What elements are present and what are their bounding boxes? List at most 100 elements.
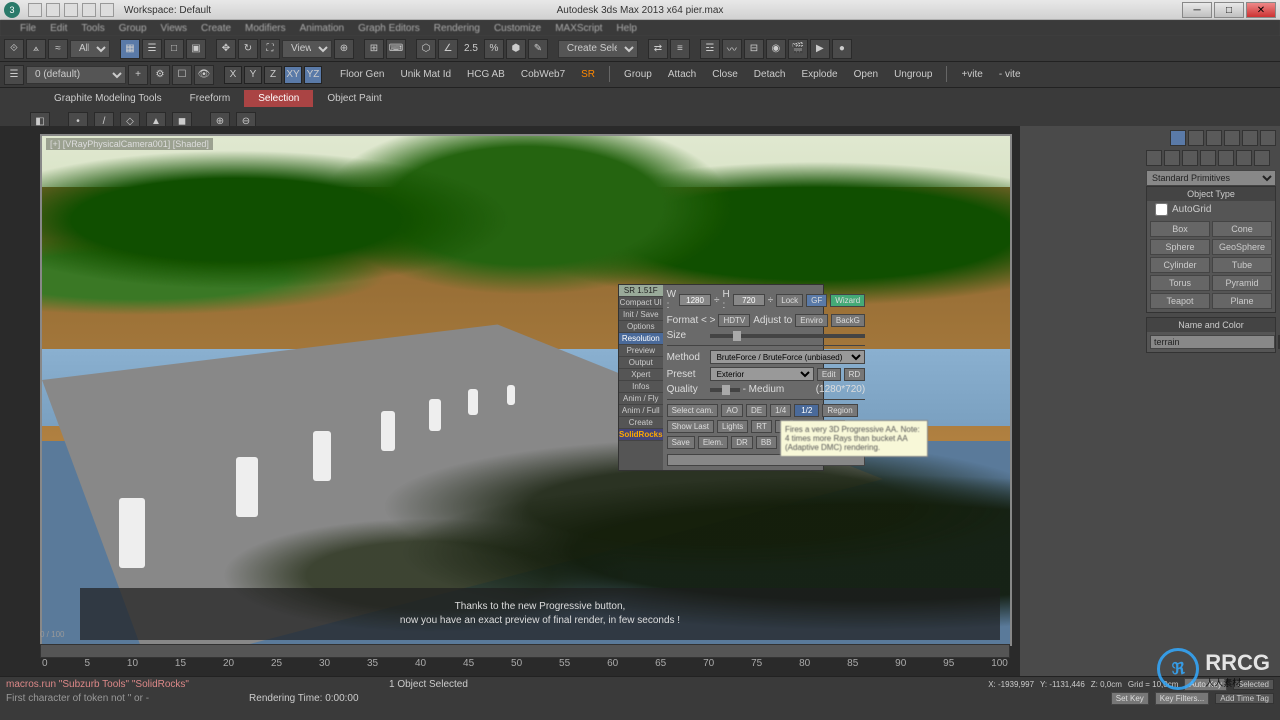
sr-rd-button[interactable]: RD [844, 368, 866, 381]
sr-side-options[interactable]: Options [619, 321, 663, 333]
textbtn-open[interactable]: Open [846, 66, 886, 84]
tab-object-paint[interactable]: Object Paint [313, 90, 395, 107]
tb-open-icon[interactable] [46, 3, 60, 17]
sr-side-output[interactable]: Output [619, 357, 663, 369]
render-setup-icon[interactable]: 🎬 [788, 39, 808, 59]
sr-1-2[interactable]: 1/2 [794, 404, 819, 417]
select-icon[interactable]: ▦ [120, 39, 140, 59]
sr-region[interactable]: Region [822, 404, 857, 417]
select-window-icon[interactable]: ▣ [186, 39, 206, 59]
sr-side-create[interactable]: Create [619, 417, 663, 429]
textbtn-floor-gen[interactable]: Floor Gen [332, 66, 392, 84]
sr-lock-button[interactable]: Lock [776, 294, 803, 307]
axis-z[interactable]: Z [264, 66, 282, 84]
sr-1-4[interactable]: 1/4 [770, 404, 791, 417]
percent-snap-icon[interactable]: % [484, 39, 504, 59]
sr-preset-select[interactable]: Exterior [710, 367, 814, 381]
minimize-button[interactable]: ─ [1182, 2, 1212, 18]
align-icon[interactable]: ≡ [670, 39, 690, 59]
link-icon[interactable]: ⟐ [4, 39, 24, 59]
material-ed-icon[interactable]: ◉ [766, 39, 786, 59]
sr-side-resolution[interactable]: Resolution [619, 333, 663, 345]
sr-width-input[interactable] [679, 294, 711, 306]
named-selection[interactable]: Create Selection Se [558, 40, 638, 58]
setkey-button[interactable]: Set Key [1111, 692, 1149, 705]
tb-redo-icon[interactable] [100, 3, 114, 17]
layer-sel-icon[interactable]: ☐ [172, 65, 192, 85]
sr-elem-[interactable]: Elem. [698, 436, 728, 449]
create-plane[interactable]: Plane [1212, 293, 1272, 309]
sr-de[interactable]: DE [746, 404, 767, 417]
menu-animation[interactable]: Animation [300, 23, 344, 34]
tab-freeform[interactable]: Freeform [176, 90, 245, 107]
lights-icon[interactable] [1182, 150, 1198, 166]
spacewarps-icon[interactable] [1236, 150, 1252, 166]
layers-icon[interactable]: ☲ [700, 39, 720, 59]
scale-icon[interactable]: ⛶ [260, 39, 280, 59]
menu-rendering[interactable]: Rendering [434, 23, 480, 34]
sr-backg-button[interactable]: BackG [831, 314, 865, 327]
axis-xy[interactable]: XY [284, 66, 302, 84]
layer-add-icon[interactable]: + [128, 65, 148, 85]
spinner-snap-icon[interactable]: ⬢ [506, 39, 526, 59]
sr-method-select[interactable]: BruteForce / BruteForce (unbiased) [710, 350, 866, 364]
sr-height-input[interactable] [733, 294, 765, 306]
create-teapot[interactable]: Teapot [1150, 293, 1210, 309]
sr-ao[interactable]: AO [721, 404, 743, 417]
textbtn-sr[interactable]: SR [573, 66, 603, 84]
axis-y[interactable]: Y [244, 66, 262, 84]
object-name-input[interactable] [1150, 335, 1275, 349]
sr-rt[interactable]: RT [751, 420, 772, 433]
menu-create[interactable]: Create [201, 23, 231, 34]
ref-coord[interactable]: View [282, 40, 332, 58]
cameras-icon[interactable] [1200, 150, 1216, 166]
geometry-icon[interactable] [1146, 150, 1162, 166]
menu-modifiers[interactable]: Modifiers [245, 23, 286, 34]
create-cylinder[interactable]: Cylinder [1150, 257, 1210, 273]
mirror-icon[interactable]: ⇄ [648, 39, 668, 59]
menu-tools[interactable]: Tools [81, 23, 104, 34]
close-button[interactable]: ✕ [1246, 2, 1276, 18]
sr-gf-button[interactable]: GF [806, 294, 827, 307]
axis-x[interactable]: X [224, 66, 242, 84]
bind-icon[interactable]: ≈ [48, 39, 68, 59]
sr-dr[interactable]: DR [731, 436, 753, 449]
snap-icon[interactable]: ⬡ [416, 39, 436, 59]
layer-icon[interactable]: ☰ [4, 65, 24, 85]
curve-ed-icon[interactable]: 〰 [722, 39, 742, 59]
create-cone[interactable]: Cone [1212, 221, 1272, 237]
textbtn-explode[interactable]: Explode [793, 66, 845, 84]
motion-tab-icon[interactable] [1224, 130, 1240, 146]
selection-filter[interactable]: All [70, 40, 110, 58]
sr-hdtv-button[interactable]: HDTV [718, 314, 750, 327]
timetag[interactable]: Add Time Tag [1215, 693, 1274, 704]
textbtn-group[interactable]: Group [616, 66, 660, 84]
sr-side-anim-fly[interactable]: Anim / Fly [619, 393, 663, 405]
create-pyramid[interactable]: Pyramid [1212, 275, 1272, 291]
sr-enviro-button[interactable]: Enviro [795, 314, 828, 327]
primitives-dropdown[interactable]: Standard Primitives [1146, 170, 1276, 186]
sr-size-slider[interactable] [710, 334, 866, 338]
sr-side-init-save[interactable]: Init / Save [619, 309, 663, 321]
create-tube[interactable]: Tube [1212, 257, 1272, 273]
menu-graph editors[interactable]: Graph Editors [358, 23, 420, 34]
viewport-label[interactable]: [+] [VRayPhysicalCamera001] [Shaded] [46, 138, 213, 150]
menu-views[interactable]: Views [161, 23, 188, 34]
textbtn-attach[interactable]: Attach [660, 66, 704, 84]
tb-new-icon[interactable] [28, 3, 42, 17]
axis-yz[interactable]: YZ [304, 66, 322, 84]
textbtn-hcg-ab[interactable]: HCG AB [459, 66, 513, 84]
sr-side-compact-ui[interactable]: Compact UI [619, 297, 663, 309]
timeline-track[interactable] [40, 644, 1010, 658]
menu-edit[interactable]: Edit [50, 23, 67, 34]
display-tab-icon[interactable] [1242, 130, 1258, 146]
sr-save[interactable]: Save [667, 436, 695, 449]
tab-selection[interactable]: Selection [244, 90, 313, 107]
maximize-button[interactable]: □ [1214, 2, 1244, 18]
sr-edit-button[interactable]: Edit [817, 368, 841, 381]
sr-side-infos[interactable]: Infos [619, 381, 663, 393]
schematic-icon[interactable]: ⊟ [744, 39, 764, 59]
sr-side-xpert[interactable]: Xpert [619, 369, 663, 381]
autogrid-checkbox[interactable] [1155, 203, 1168, 216]
modify-tab-icon[interactable] [1188, 130, 1204, 146]
